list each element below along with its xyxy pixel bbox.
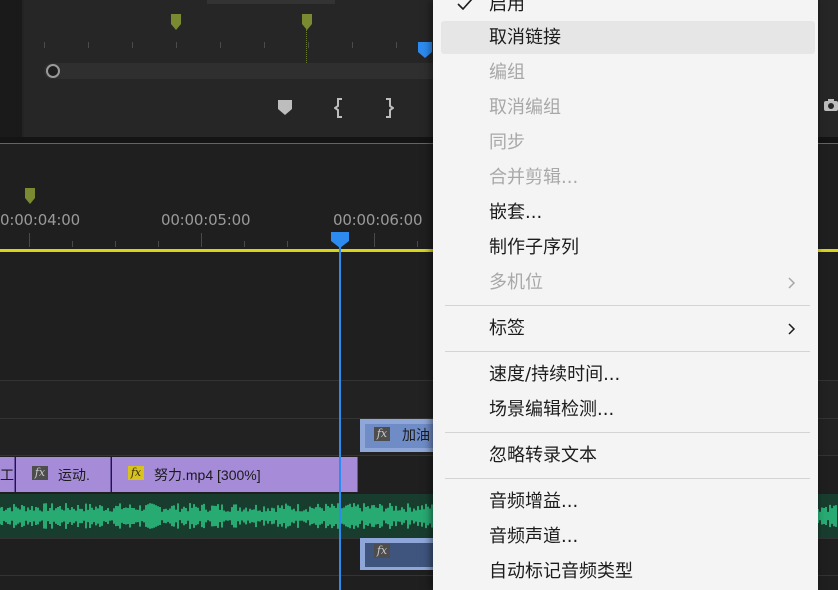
ruler-tick	[244, 241, 245, 247]
video-clip[interactable]: fx 运动.	[16, 457, 111, 492]
monitor-ruler-tick	[352, 42, 353, 48]
menu-item-enable[interactable]: 启用	[441, 0, 815, 21]
fx-badge: fx	[374, 544, 390, 558]
add-marker-button[interactable]	[277, 98, 295, 116]
ruler-tick	[158, 241, 159, 247]
menu-item-unlink[interactable]: 取消链接	[441, 21, 815, 54]
fx-badge: fx	[128, 466, 144, 480]
menu-item-label: 音频增益...	[489, 491, 579, 512]
clip-label: 努力.mp4 [300%]	[154, 467, 261, 483]
clip-label: 工	[0, 467, 14, 483]
menu-item-label: 音频声道...	[489, 526, 579, 547]
menu-item-label: 标签	[489, 318, 525, 339]
menu-item-ignore-transcript[interactable]: 忽略转录文本	[441, 439, 815, 472]
menu-item-auto-tag-audio-type[interactable]: 自动标记音频类型	[441, 555, 815, 588]
menu-item-label: 多机位	[489, 272, 543, 293]
monitor-left-edge	[0, 0, 22, 137]
playhead-line[interactable]	[339, 244, 341, 590]
monitor-ruler-tick	[396, 42, 397, 48]
menu-item-group[interactable]: 编组	[441, 56, 815, 89]
menu-item-label: 自动标记音频类型	[489, 561, 633, 582]
fx-badge: fx	[32, 466, 48, 480]
video-clip-body[interactable]: fx 加油	[365, 424, 438, 448]
audio-clip-body[interactable]: fx	[365, 543, 438, 567]
menu-item-label: 同步	[489, 132, 525, 153]
menu-separator	[445, 351, 810, 352]
mark-in-button[interactable]	[333, 98, 352, 118]
playhead-icon[interactable]	[331, 232, 349, 253]
monitor-ruler-tick	[308, 42, 309, 48]
ruler-tick	[72, 241, 73, 247]
marker-icon[interactable]	[25, 188, 35, 204]
menu-item-label: 合并剪辑...	[489, 167, 579, 188]
menu-item-audio-gain[interactable]: 音频增益...	[441, 485, 815, 518]
timecode-label: 0:00:04:00	[0, 211, 80, 229]
menu-separator	[445, 478, 810, 479]
menu-item-scene-edit-detection[interactable]: 场景编辑检测...	[441, 393, 815, 426]
menu-item-label: 启用	[489, 0, 525, 15]
menu-item-label: 忽略转录文本	[489, 445, 597, 466]
video-clip[interactable]: 工	[0, 457, 15, 492]
mark-out-button[interactable]	[382, 98, 400, 118]
chevron-right-icon	[788, 323, 796, 335]
ruler-tick	[287, 241, 288, 247]
camera-icon[interactable]	[824, 98, 838, 112]
menu-item-speed-duration[interactable]: 速度/持续时间...	[441, 358, 815, 391]
menu-item-label: 取消链接	[489, 27, 561, 48]
ruler-tick	[29, 233, 30, 247]
chevron-right-icon	[788, 277, 796, 289]
menu-item-label: 场景编辑检测...	[489, 399, 615, 420]
ruler-tick	[115, 241, 116, 247]
menu-item-nest[interactable]: 嵌套...	[441, 196, 815, 229]
monitor-scrub-handle[interactable]	[46, 64, 60, 78]
menu-item-label: 速度/持续时间...	[489, 364, 621, 385]
marker-icon[interactable]	[171, 14, 181, 30]
monitor-ruler-tick	[220, 42, 221, 48]
menu-item-make-subsequence[interactable]: 制作子序列	[441, 231, 815, 264]
video-clip[interactable]: fx 努力.mp4 [300%]	[112, 457, 358, 492]
monitor-right-edge	[820, 0, 838, 137]
clip-label: 运动.	[58, 467, 90, 483]
menu-item-label-submenu[interactable]: 标签	[441, 312, 815, 345]
check-icon	[457, 0, 473, 10]
timecode-label: 00:00:05:00	[161, 211, 251, 229]
menu-separator	[445, 305, 810, 306]
marker-icon[interactable]	[302, 14, 312, 30]
monitor-ruler-tick	[88, 42, 89, 48]
ruler-tick	[374, 233, 375, 247]
timecode-label: 00:00:06:00	[333, 211, 423, 229]
monitor-ruler-tick	[44, 42, 45, 48]
menu-separator	[445, 432, 810, 433]
monitor-tab-edge	[207, 0, 335, 4]
clip-label: 加油	[402, 427, 430, 443]
menu-item-ungroup[interactable]: 取消编组	[441, 91, 815, 124]
marker-guide-line	[306, 29, 307, 63]
menu-item-audio-channels[interactable]: 音频声道...	[441, 520, 815, 553]
menu-item-label: 制作子序列	[489, 237, 579, 258]
menu-item-label: 编组	[489, 62, 525, 83]
context-menu: 启用 取消链接 编组 取消编组 同步 合并剪辑... 嵌套... 制作子序列 多…	[433, 0, 818, 590]
menu-item-label: 取消编组	[489, 97, 561, 118]
monitor-scrub-bar[interactable]	[44, 63, 444, 79]
monitor-playhead-icon[interactable]	[418, 42, 432, 58]
menu-item-merge-clips[interactable]: 合并剪辑...	[441, 161, 815, 194]
menu-item-label: 嵌套...	[489, 202, 543, 223]
ruler-tick	[201, 233, 202, 247]
monitor-ruler-tick	[132, 42, 133, 48]
monitor-ruler-tick	[264, 42, 265, 48]
fx-badge: fx	[374, 427, 390, 441]
ruler-tick	[417, 241, 418, 247]
menu-item-synchronize[interactable]: 同步	[441, 126, 815, 159]
menu-item-multi-camera[interactable]: 多机位	[441, 266, 815, 299]
monitor-ruler-tick	[176, 42, 177, 48]
